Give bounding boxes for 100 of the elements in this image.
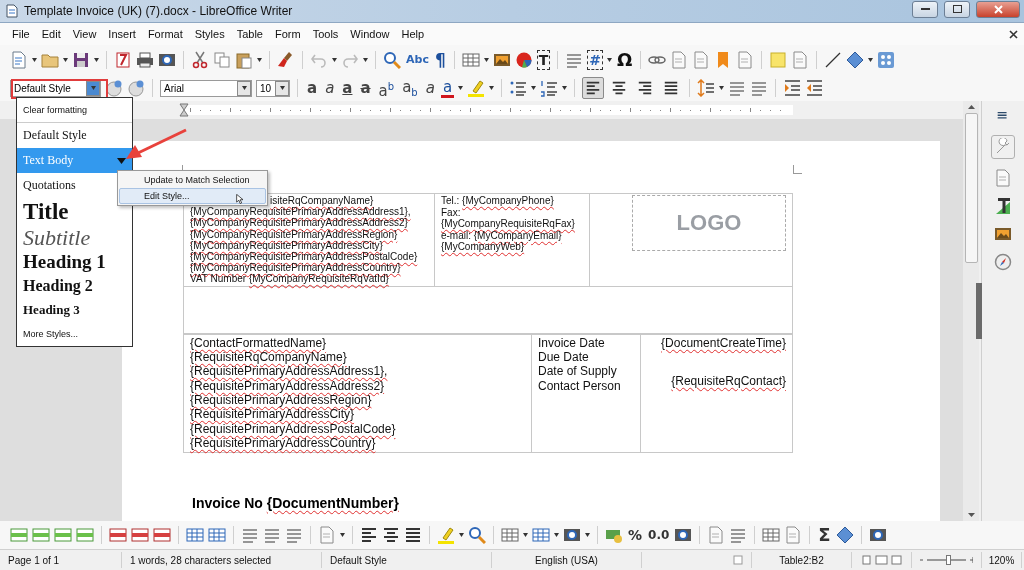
- scroll-down-icon[interactable]: [967, 513, 975, 517]
- print-preview-icon[interactable]: [563, 526, 581, 544]
- close-button[interactable]: [976, 0, 1020, 18]
- dropdown-button[interactable]: [275, 80, 289, 96]
- sidebar-collapse-handle[interactable]: [976, 283, 982, 339]
- print-preview-icon[interactable]: [868, 526, 887, 544]
- formatting-marks-button[interactable]: ¶: [433, 50, 447, 70]
- table-icon[interactable]: [762, 526, 781, 544]
- strike-button[interactable]: a: [358, 78, 373, 98]
- percent-button[interactable]: %: [627, 525, 644, 545]
- font-name-field[interactable]: Arial: [160, 79, 252, 97]
- dropdown-arrow-icon[interactable]: [279, 86, 285, 90]
- gallery-icon[interactable]: [994, 225, 1012, 243]
- lines-icon[interactable]: [729, 526, 748, 544]
- lines-icon[interactable]: [241, 526, 259, 544]
- diamond-icon[interactable]: [846, 51, 865, 69]
- line-spacing-icon[interactable]: [697, 79, 716, 97]
- line-icon[interactable]: [824, 51, 843, 69]
- sum-button[interactable]: Σ: [817, 525, 832, 545]
- justify-icon[interactable]: [404, 526, 422, 544]
- delete-row-icon[interactable]: [153, 526, 171, 544]
- italic-button[interactable]: a: [323, 78, 337, 98]
- pdf-icon[interactable]: [114, 51, 132, 69]
- bullet-list-icon[interactable]: [509, 79, 528, 97]
- menu-item[interactable]: Format: [141, 28, 189, 40]
- dropdown-button[interactable]: [237, 80, 251, 96]
- menu-item[interactable]: Table: [230, 28, 269, 40]
- text-tool-icon[interactable]: [994, 197, 1012, 215]
- dropdown-arrow-icon[interactable]: [585, 533, 590, 537]
- scroll-up-icon[interactable]: [967, 105, 975, 109]
- image-icon[interactable]: [492, 51, 511, 69]
- dropdown-arrow-icon[interactable]: [607, 58, 613, 62]
- spelling-button[interactable]: Abc: [405, 50, 430, 70]
- diamond-icon[interactable]: [835, 526, 854, 544]
- lines-icon[interactable]: [263, 526, 281, 544]
- table-grid-icon[interactable]: [208, 526, 226, 544]
- indent-icon[interactable]: [783, 79, 802, 97]
- clear-button[interactable]: a: [423, 78, 437, 98]
- dropdown-arrow-icon[interactable]: [363, 58, 368, 62]
- paintbrush-icon[interactable]: [277, 51, 295, 69]
- menu-item[interactable]: File: [6, 28, 36, 40]
- properties-button[interactable]: [991, 135, 1015, 159]
- color-button[interactable]: a: [440, 78, 455, 98]
- dropdown-arrow-icon[interactable]: [719, 86, 725, 90]
- zoom-in-icon[interactable]: [969, 557, 973, 563]
- printer-icon[interactable]: [136, 51, 154, 69]
- special-character-button[interactable]: Ω: [616, 50, 634, 70]
- underline-button[interactable]: a: [340, 78, 355, 98]
- script-button[interactable]: a$_{b}$: [400, 78, 420, 98]
- dropdown-arrow-icon[interactable]: [562, 86, 568, 90]
- menu-item[interactable]: Tools: [306, 28, 345, 40]
- field-button[interactable]: #: [587, 50, 604, 70]
- dropdown-arrow-icon[interactable]: [554, 533, 559, 537]
- text-box-button[interactable]: T: [536, 50, 551, 70]
- caret-icon[interactable]: [117, 157, 126, 164]
- menu-item[interactable]: Insert: [102, 28, 142, 40]
- lines-icon[interactable]: [285, 526, 303, 544]
- dropdown-arrow-icon[interactable]: [458, 86, 464, 90]
- style-icon[interactable]: [105, 79, 123, 97]
- clipboard-icon[interactable]: [235, 51, 253, 69]
- align-left-button[interactable]: [582, 77, 605, 99]
- dropdown-arrow-icon[interactable]: [489, 86, 495, 90]
- style-icon[interactable]: [127, 79, 145, 97]
- zoom-slider-thumb[interactable]: [946, 555, 952, 565]
- menu-item[interactable]: View: [66, 28, 103, 40]
- align-center-icon[interactable]: [382, 526, 400, 544]
- lines-icon[interactable]: [750, 79, 769, 97]
- lines-icon[interactable]: [565, 51, 584, 69]
- dropdown-arrow-icon[interactable]: [523, 533, 528, 537]
- script-button[interactable]: a$^{b}$: [376, 78, 397, 98]
- close-icon[interactable]: [1009, 29, 1018, 39]
- find-icon[interactable]: [468, 526, 486, 544]
- dropdown-arrow-icon[interactable]: [868, 58, 874, 62]
- compass-icon[interactable]: [994, 253, 1012, 271]
- find-icon[interactable]: [383, 51, 401, 69]
- bold-button[interactable]: a: [305, 78, 320, 98]
- context-menu-item[interactable]: Edit Style...: [119, 188, 266, 204]
- menu-item[interactable]: Form: [269, 28, 307, 40]
- menu-item[interactable]: Help: [395, 28, 431, 40]
- vertical-scrollbar[interactable]: [963, 101, 979, 521]
- align-left-icon[interactable]: [360, 526, 378, 544]
- dropdown-arrow-icon[interactable]: [459, 533, 464, 537]
- dropdown-arrow-icon[interactable]: [63, 58, 68, 62]
- dropdown-arrow-icon[interactable]: [340, 533, 345, 537]
- outdent-icon[interactable]: [805, 79, 824, 97]
- view-layout-icon[interactable]: [861, 555, 902, 565]
- scissors-icon[interactable]: [191, 51, 209, 69]
- dropdown-arrow-icon[interactable]: [94, 58, 99, 62]
- maximize-button[interactable]: [944, 0, 970, 18]
- numbered-list-icon[interactable]: [540, 79, 559, 97]
- dropdown-arrow-icon[interactable]: [483, 58, 489, 62]
- print-preview-icon[interactable]: [158, 51, 176, 69]
- dropdown-arrow-icon[interactable]: [32, 58, 37, 62]
- menu-item[interactable]: Window: [344, 28, 396, 40]
- font-size-field[interactable]: 10: [256, 79, 290, 97]
- menu-item[interactable]: Styles: [188, 28, 231, 40]
- table-grid-icon[interactable]: [186, 526, 204, 544]
- delete-row-icon[interactable]: [109, 526, 127, 544]
- number-format-button[interactable]: 0.0: [647, 525, 671, 545]
- menu-item[interactable]: Edit: [35, 28, 67, 40]
